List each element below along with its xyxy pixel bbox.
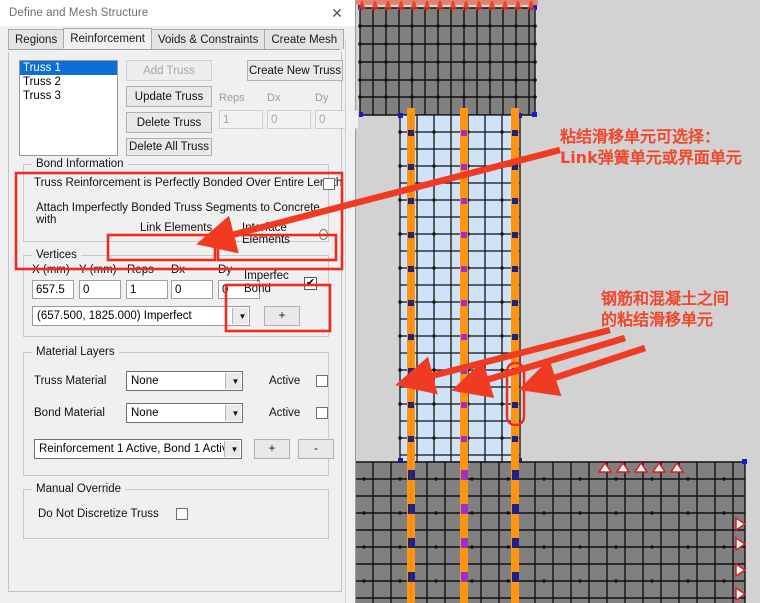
radio-on-icon[interactable] — [218, 222, 230, 234]
bond-material-value: None — [131, 407, 159, 419]
bond-active-checkbox[interactable] — [316, 407, 328, 419]
dialog-scrollbar[interactable] — [345, 40, 355, 603]
truss-material-value: None — [131, 375, 159, 387]
do-not-discretize-label: Do Not Discretize Truss — [38, 508, 159, 520]
radio-off-icon[interactable] — [319, 228, 328, 240]
tab-regions[interactable]: Regions — [8, 29, 65, 49]
remove-layer-button[interactable]: - — [298, 439, 334, 459]
rebar-truss-2 — [460, 108, 468, 603]
bond-material-combo[interactable]: None ▼ — [126, 403, 243, 423]
perfect-bond-label: Truss Reinforcement is Perfectly Bonded … — [34, 177, 343, 189]
bond-information-title: Bond Information — [32, 158, 128, 170]
imperfec-bond-highlight: Imperfec Bond ✔ — [236, 262, 324, 310]
link-elements-radio[interactable]: Link Elements — [140, 222, 230, 234]
truss-list-item-3[interactable]: Truss 3 — [20, 89, 117, 103]
attach-segments-label: Attach Imperfectly Bonded Truss Segments… — [36, 202, 320, 214]
truss-list-item-1[interactable]: Truss 1 — [20, 61, 117, 75]
truss-active-label: Active — [269, 375, 301, 387]
bond-element-choice-note-line2: Link弹簧单元或界面单元 — [560, 148, 742, 167]
vertex-select-value: (657.500, 1825.000) Imperfect — [37, 310, 192, 322]
imperfec-bond-label-line1: Imperfec — [244, 270, 289, 282]
vertex-y-input[interactable] — [79, 280, 121, 299]
rebar-concrete-bond-note-line2: 的粘结滑移单元 — [601, 310, 714, 329]
dx-label: Dx — [267, 92, 281, 104]
material-layers-title: Material Layers — [32, 346, 119, 358]
delete-truss-button[interactable]: Delete Truss — [126, 112, 212, 133]
truss-list[interactable]: Truss 1 Truss 2 Truss 3 — [19, 60, 118, 156]
vertex-reps-label: Reps — [127, 264, 154, 276]
truss-controls: Truss 1 Truss 2 Truss 3 Add Truss Update… — [19, 60, 359, 156]
delete-all-truss-button[interactable]: Delete All Truss — [126, 138, 212, 156]
bond-active-label: Active — [269, 407, 301, 419]
window-title: Define and Mesh Structure — [9, 7, 149, 19]
reinforcement-panel: Truss 1 Truss 2 Truss 3 Add Truss Update… — [8, 52, 359, 592]
vertex-y-label: Y (mm) — [79, 264, 117, 276]
truss-material-combo[interactable]: None ▼ — [126, 371, 243, 391]
imperfec-bond-label: Imperfec Bond — [244, 270, 289, 296]
link-elements-label: Link Elements — [140, 222, 213, 234]
vertex-reps-input[interactable] — [126, 280, 168, 299]
layer-select-combo[interactable]: Reinforcement 1 Active, Bond 1 Active ▼ — [34, 439, 242, 459]
do-not-discretize-checkbox[interactable] — [176, 508, 188, 520]
rebar-concrete-bond-note: 钢筋和混凝土之间 的粘结滑移单元 — [601, 288, 729, 330]
vertex-x-label: X (mm) — [32, 264, 70, 276]
tab-create-mesh[interactable]: Create Mesh — [264, 29, 345, 49]
manual-override-group: Manual Override Do Not Discretize Truss — [23, 483, 329, 539]
add-truss-button[interactable]: Add Truss — [126, 60, 212, 81]
attach-segments-with-label: with — [36, 214, 57, 226]
truss-list-item-2[interactable]: Truss 2 — [20, 75, 117, 89]
bond-information-group: Bond Information Truss Reinforcement is … — [23, 158, 342, 246]
reps-input[interactable] — [219, 110, 263, 129]
chevron-down-icon[interactable]: ▼ — [232, 308, 248, 324]
top-concrete-cap — [358, 5, 537, 117]
create-new-truss-button[interactable]: Create New Truss — [247, 60, 343, 81]
rebar-truss-1 — [407, 108, 415, 603]
manual-override-title: Manual Override — [32, 483, 126, 495]
vertex-select-combo[interactable]: (657.500, 1825.000) Imperfect ▼ — [32, 306, 250, 326]
define-and-mesh-structure-dialog: Define and Mesh Structure ✕ Regions Rein… — [0, 0, 359, 603]
perfect-bond-checkbox[interactable] — [323, 178, 335, 190]
title-bar: Define and Mesh Structure ✕ — [0, 0, 355, 26]
dx-input[interactable] — [267, 110, 311, 129]
imperfec-bond-label-line2: Bond — [244, 283, 271, 295]
chevron-down-icon[interactable]: ▼ — [225, 405, 241, 421]
update-truss-button[interactable]: Update Truss — [126, 86, 212, 107]
rebar-concrete-bond-note-line1: 钢筋和混凝土之间 — [601, 289, 730, 308]
bond-element-choice-note: 粘结滑移单元可选择： Link弹簧单元或界面单元 — [560, 126, 742, 168]
vertex-dx-input[interactable] — [171, 280, 213, 299]
vertex-x-input[interactable] — [32, 280, 74, 299]
add-vertex-button[interactable]: + — [264, 306, 300, 326]
close-icon[interactable]: ✕ — [325, 3, 349, 23]
rebar-truss-3 — [511, 108, 519, 603]
truss-active-checkbox[interactable] — [316, 375, 328, 387]
dy-label: Dy — [315, 92, 329, 104]
add-layer-button[interactable]: + — [254, 439, 290, 459]
vertices-title: Vertices — [32, 249, 81, 261]
interface-elements-label: Interface Elements — [242, 222, 290, 246]
tab-voids-constraints[interactable]: Voids & Constraints — [151, 29, 266, 49]
truss-material-label: Truss Material — [34, 375, 107, 387]
interface-elements-radio[interactable]: Interface Elements — [242, 222, 328, 246]
vertex-dx-label: Dx — [171, 264, 186, 276]
reps-label: Reps — [219, 92, 245, 104]
imperfec-bond-checkbox[interactable]: ✔ — [304, 277, 317, 290]
tab-reinforcement[interactable]: Reinforcement — [63, 28, 152, 49]
bond-material-label: Bond Material — [34, 407, 105, 419]
chevron-down-icon[interactable]: ▼ — [224, 441, 240, 457]
vertex-dy-label: Dy — [218, 264, 233, 276]
vertices-group: Vertices X (mm) Y (mm) Reps Dx Dy Imperf… — [23, 249, 329, 337]
bond-element-choice-note-line1: 粘结滑移单元可选择： — [560, 127, 721, 146]
tab-strip: Regions Reinforcement Voids & Constraint… — [8, 28, 345, 50]
material-layers-group: Material Layers Truss Material None ▼ Ac… — [23, 346, 334, 476]
layer-select-value: Reinforcement 1 Active, Bond 1 Active — [39, 443, 234, 455]
chevron-down-icon[interactable]: ▼ — [225, 373, 241, 389]
